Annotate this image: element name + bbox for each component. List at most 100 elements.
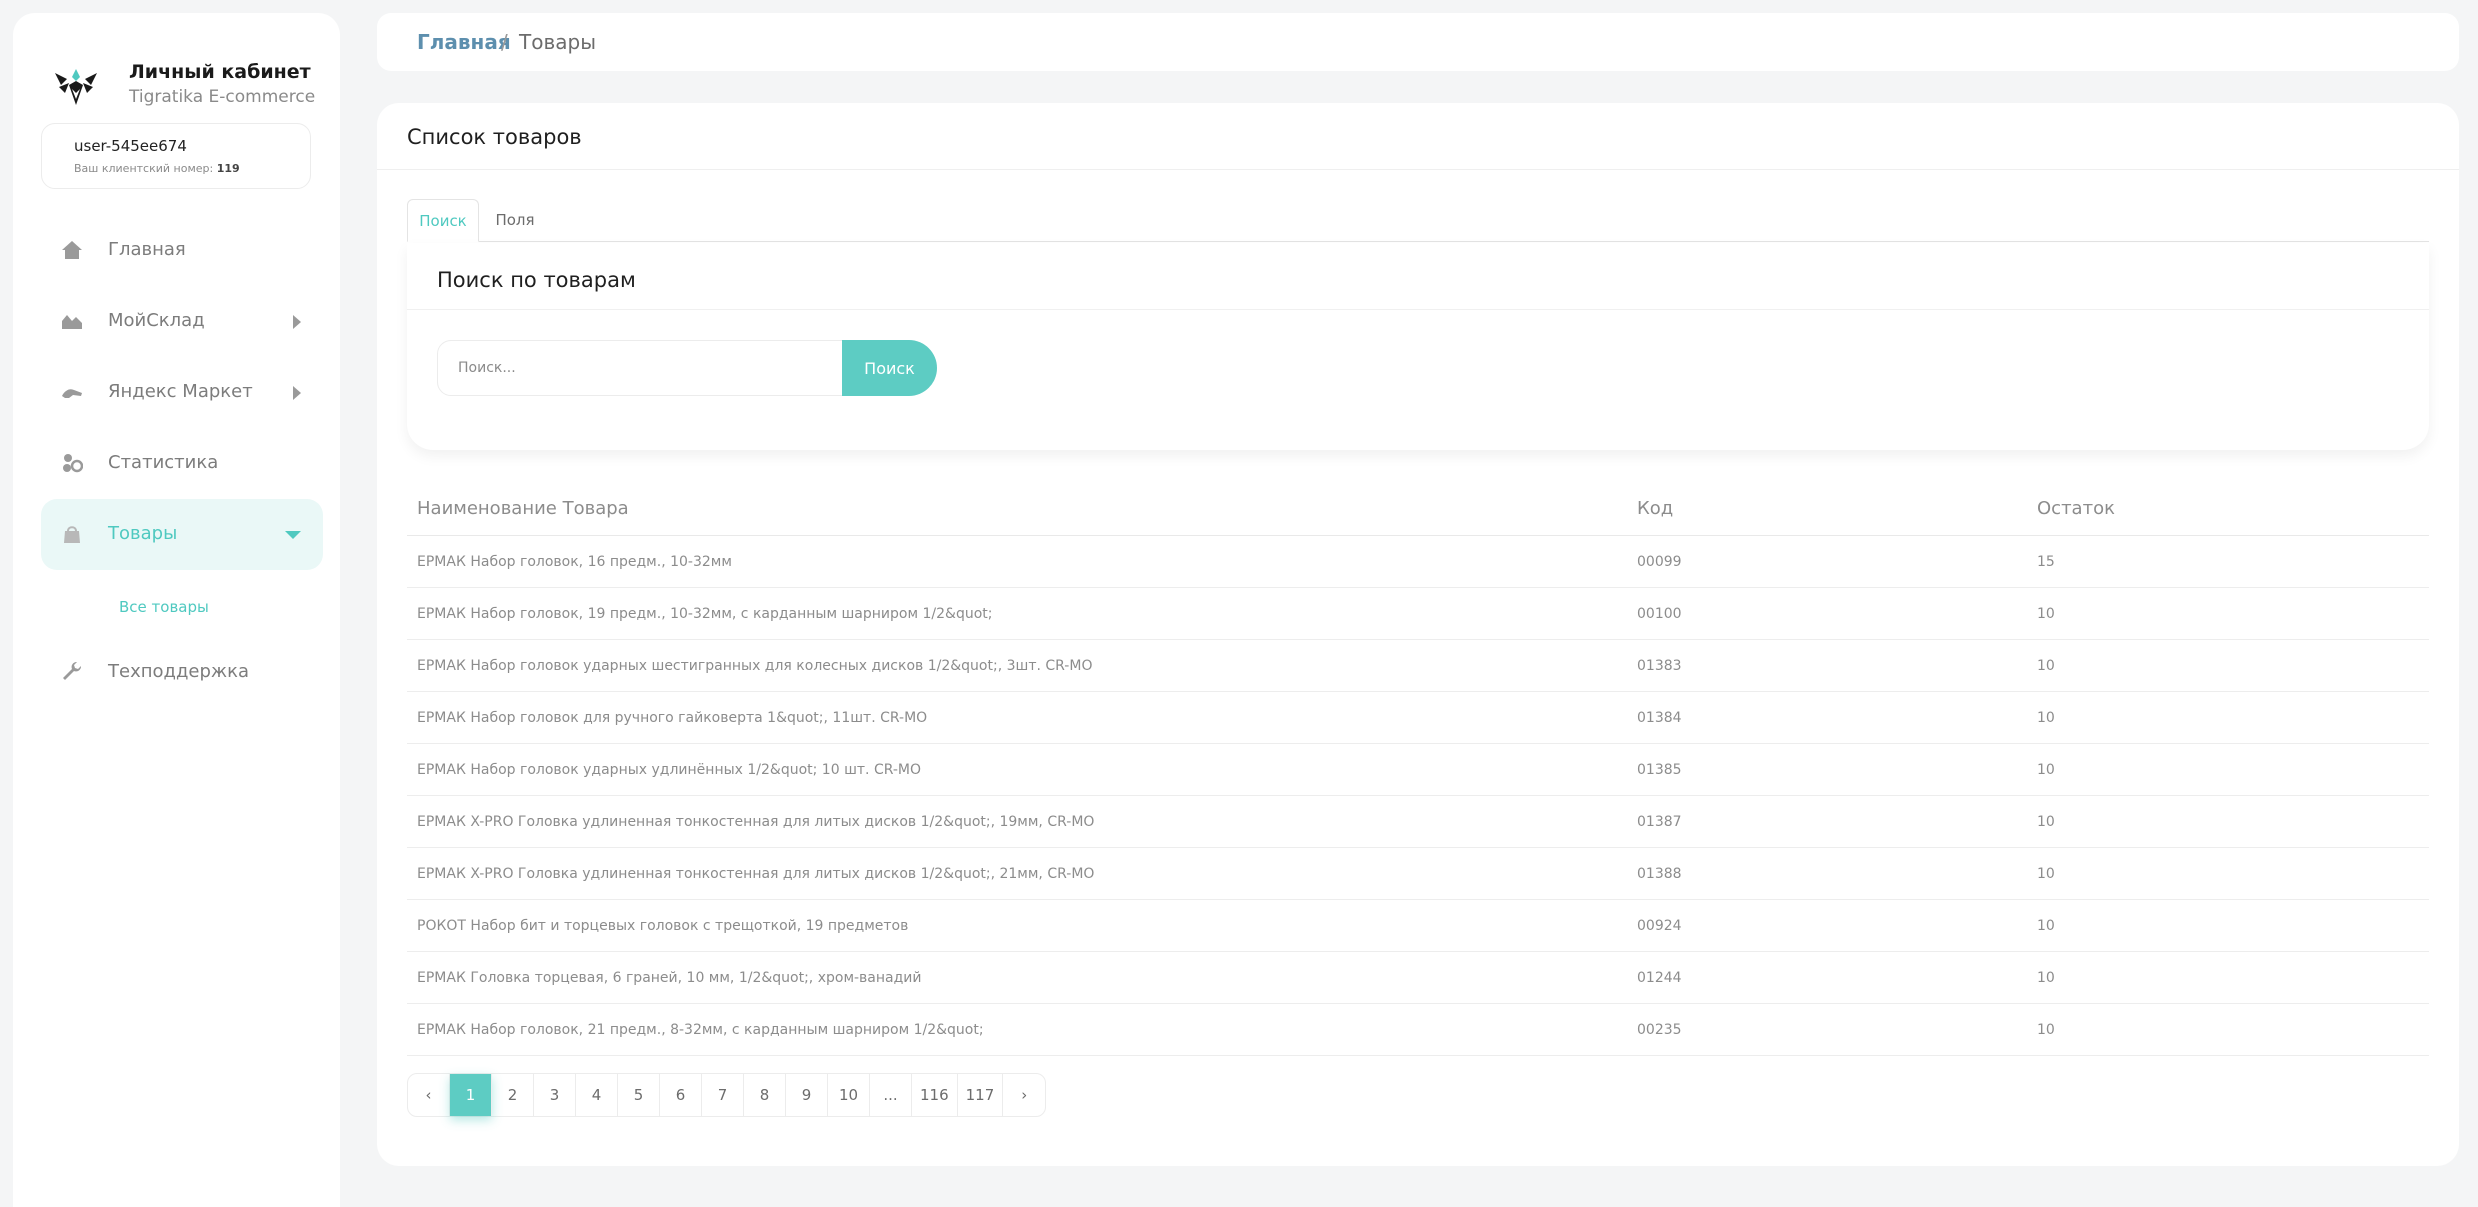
table-row[interactable]: ЕРМАК X-PRO Головка удлиненная тонкостен… [407,796,2429,848]
product-stock: 10 [2037,970,2055,986]
product-name: ЕРМАК Набор головок для ручного гайковер… [417,710,928,726]
chevron-right-icon [293,315,301,329]
sidebar-item-support[interactable]: Техподдержка [41,637,323,708]
product-stock: 10 [2037,866,2055,882]
product-name: ЕРМАК Набор головок, 16 предм., 10-32мм [417,554,732,570]
tab-fields[interactable]: Поля [493,199,537,242]
table-row[interactable]: ЕРМАК Головка торцевая, 6 граней, 10 мм,… [407,952,2429,1004]
sidebar-item-label: Техподдержка [108,661,250,682]
statistics-icon [63,454,83,473]
page-button-3[interactable]: 3 [534,1074,576,1116]
user-name: user-545ee674 [74,137,187,155]
table-row[interactable]: ЕРМАК Набор головок ударных шестигранных… [407,640,2429,692]
product-name: ЕРМАК Набор головок ударных шестигранных… [417,658,1093,674]
search-button[interactable]: Поиск [842,340,937,396]
tab-search[interactable]: Поиск [407,199,479,242]
product-stock: 10 [2037,710,2055,726]
product-code: 00924 [1637,918,1682,934]
search-input[interactable] [437,340,844,396]
pagination-prev-button[interactable]: ‹ [408,1074,450,1116]
product-name: РОКОТ Набор бит и торцевых головок с тре… [417,918,909,934]
column-header-stock[interactable]: Остаток [2037,498,2115,519]
client-number: Ваш клиентский номер: 119 [74,162,240,175]
warehouse-icon [62,315,82,329]
column-header-name[interactable]: Наименование Товара [417,498,629,519]
wrench-icon [63,661,82,680]
product-code: 01384 [1637,710,1682,726]
sidebar: Личный кабинет Tigratika E-commerce user… [13,13,340,1207]
client-number-value: 119 [216,162,240,175]
sidebar-item-statistics[interactable]: Статистика [41,428,323,499]
page-button-9[interactable]: 9 [786,1074,828,1116]
brand-title: Личный кабинет [129,61,311,83]
page-button-8[interactable]: 8 [744,1074,786,1116]
divider [377,169,2459,170]
product-stock: 10 [2037,606,2055,622]
sidebar-item-label: Статистика [108,452,219,473]
tiger-logo-icon [55,69,97,105]
pagination-next-button[interactable]: › [1003,1074,1045,1116]
market-icon [62,389,82,398]
sidebar-item-label: Яндекс Маркет [108,381,253,402]
page-button-6[interactable]: 6 [660,1074,702,1116]
chevron-down-icon [285,531,301,539]
breadcrumb-current: Товары [519,30,596,54]
sidebar-item-products[interactable]: Товары [41,499,323,570]
product-stock: 15 [2037,554,2055,570]
product-code: 01383 [1637,658,1682,674]
table-row[interactable]: ЕРМАК Набор головок, 21 предм., 8-32мм, … [407,1004,2429,1056]
product-name: ЕРМАК X-PRO Головка удлиненная тонкостен… [417,866,1095,882]
table-row[interactable]: ЕРМАК Набор головок, 19 предм., 10-32мм,… [407,588,2429,640]
product-code: 01244 [1637,970,1682,986]
product-stock: 10 [2037,762,2055,778]
product-stock: 10 [2037,658,2055,674]
breadcrumb-separator: / [501,30,508,54]
table-row[interactable]: ЕРМАК X-PRO Головка удлиненная тонкостен… [407,848,2429,900]
product-name: ЕРМАК X-PRO Головка удлиненная тонкостен… [417,814,1095,830]
sidebar-item-moysklad[interactable]: МойСклад [41,286,323,357]
pagination: ‹ 1 2 3 4 5 6 7 8 9 10 ... 116 117 › [407,1073,1047,1117]
table-header: Наименование Товара Код Остаток [407,484,2429,536]
product-code: 01385 [1637,762,1682,778]
brand[interactable]: Личный кабинет Tigratika E-commerce [43,47,323,107]
product-name: ЕРМАК Набор головок ударных удлинённых 1… [417,762,922,778]
user-card: user-545ee674 Ваш клиентский номер: 119 [41,123,311,189]
page-button-2[interactable]: 2 [492,1074,534,1116]
client-number-label: Ваш клиентский номер: [74,162,214,175]
page-button-1[interactable]: 1 [450,1074,492,1116]
bag-icon [64,526,80,543]
page-button-116[interactable]: 116 [912,1074,958,1116]
products-card: Список товаров Поиск Поля Поиск по товар… [377,103,2459,1166]
column-header-code[interactable]: Код [1637,498,1673,519]
page-title: Список товаров [407,125,582,149]
product-stock: 10 [2037,918,2055,934]
product-code: 00099 [1637,554,1682,570]
table-row[interactable]: ЕРМАК Набор головок, 16 предм., 10-32мм … [407,536,2429,588]
sidebar-item-label: МойСклад [108,310,205,331]
table-row[interactable]: ЕРМАК Набор головок ударных удлинённых 1… [407,744,2429,796]
product-name: ЕРМАК Набор головок, 19 предм., 10-32мм,… [417,606,993,622]
product-stock: 10 [2037,814,2055,830]
page-button-4[interactable]: 4 [576,1074,618,1116]
breadcrumb-home-link[interactable]: Главная [417,30,511,54]
sidebar-item-label: Товары [108,523,178,544]
home-icon [62,241,82,259]
product-name: ЕРМАК Головка торцевая, 6 граней, 10 мм,… [417,970,922,986]
sidebar-subitem-all-products[interactable]: Все товары [119,598,209,616]
table-row[interactable]: ЕРМАК Набор головок для ручного гайковер… [407,692,2429,744]
page-button-7[interactable]: 7 [702,1074,744,1116]
search-panel-title: Поиск по товарам [437,268,636,292]
sidebar-item-home[interactable]: Главная [41,215,323,286]
brand-subtitle: Tigratika E-commerce [129,87,316,107]
page-button-10[interactable]: 10 [828,1074,870,1116]
product-code: 00100 [1637,606,1682,622]
table-row[interactable]: РОКОТ Набор бит и торцевых головок с тре… [407,900,2429,952]
breadcrumb: Главная / Товары [377,13,2459,71]
search-panel: Поиск по товарам Поиск [407,243,2429,450]
chevron-right-icon [293,386,301,400]
pagination-ellipsis: ... [870,1074,912,1116]
product-stock: 10 [2037,1022,2055,1038]
sidebar-item-yandex-market[interactable]: Яндекс Маркет [41,357,323,428]
page-button-117[interactable]: 117 [958,1074,1004,1116]
page-button-5[interactable]: 5 [618,1074,660,1116]
